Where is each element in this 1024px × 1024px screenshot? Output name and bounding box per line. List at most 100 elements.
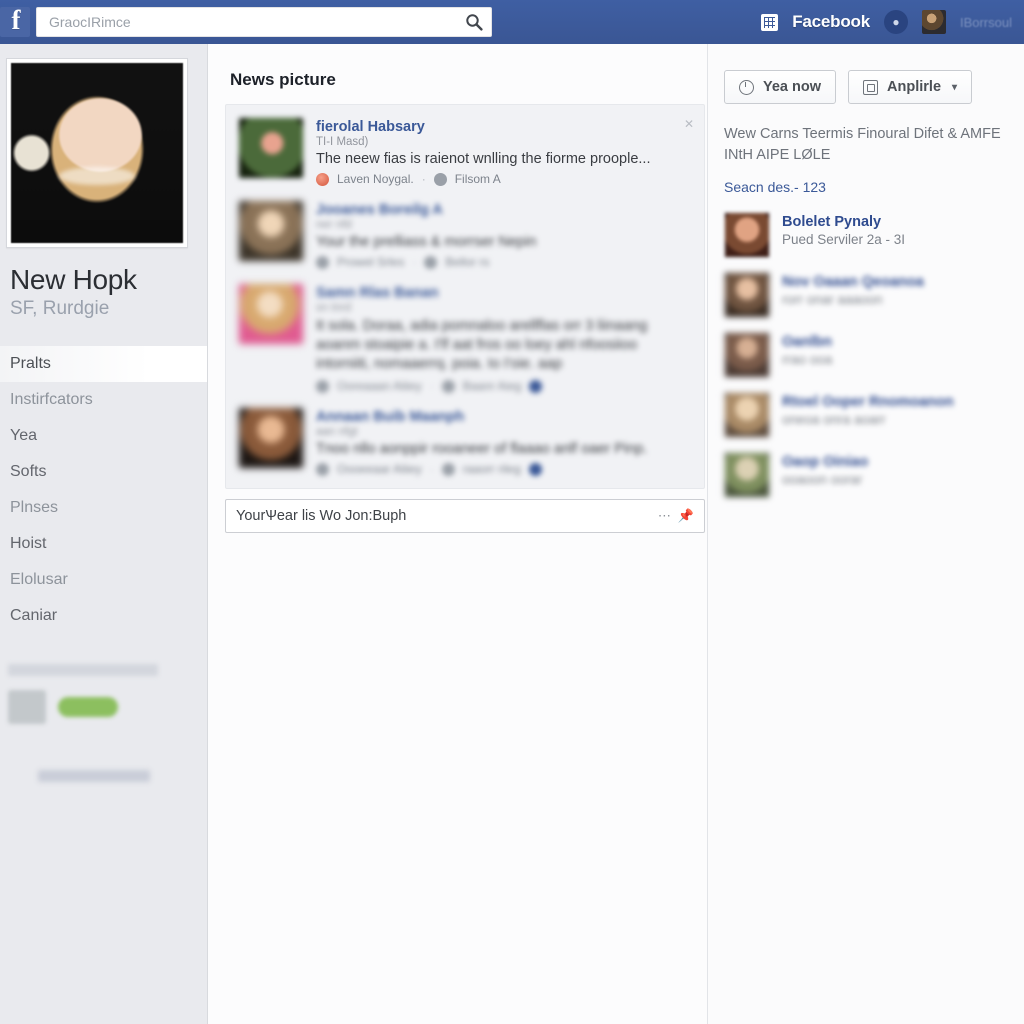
- yea-now-button[interactable]: Yea now: [724, 70, 837, 104]
- avatar[interactable]: [921, 10, 946, 34]
- post-action-left[interactable]: Oooeeaar Aliiey: [337, 462, 422, 476]
- sidebar-item-yea[interactable]: Yea: [0, 418, 207, 454]
- list-item[interactable]: Samn Rlas Banan sn tnrd It sola. Doraa, …: [226, 277, 704, 401]
- post-action-left[interactable]: Prowel Srles: [337, 255, 404, 269]
- photo-icon: [863, 79, 879, 95]
- post-action-right[interactable]: Baanr Aieg: [463, 379, 522, 393]
- close-icon[interactable]: ✕: [684, 117, 694, 131]
- share-icon[interactable]: [529, 379, 543, 393]
- action-separator: ·: [421, 172, 426, 186]
- post-text: The neew fias is raienot wnlling the fio…: [316, 151, 651, 167]
- list-item[interactable]: Oanlbn rrao ooa: [708, 325, 1024, 385]
- list-item[interactable]: Jooanes Boreilg A ner nfd Your the prell…: [226, 194, 704, 277]
- post-action-left[interactable]: Ooreaaan Aliiey: [337, 379, 422, 393]
- post-action-left[interactable]: Laven Noygal.: [337, 172, 414, 186]
- comment-icon[interactable]: [424, 255, 438, 269]
- reaction-icon[interactable]: [316, 172, 329, 186]
- avatar: [724, 212, 770, 259]
- comment-icon[interactable]: [441, 462, 455, 476]
- sidebar-item-pralts[interactable]: Pralts: [0, 346, 207, 382]
- list-item[interactable]: Annaan Buib Maanph aan nfgt Tnoo nllo ao…: [226, 401, 704, 484]
- action-separator: ·: [429, 462, 434, 477]
- comment-icon[interactable]: [441, 379, 455, 393]
- list-item[interactable]: Bolelet Pynaly Pued Serviler 2a - 3I: [708, 205, 1024, 265]
- comment-icon[interactable]: [433, 172, 447, 186]
- reaction-icon[interactable]: [316, 379, 329, 393]
- global-search[interactable]: [36, 7, 492, 37]
- post-text: Your the prelliass & morrser Nepin: [316, 234, 537, 250]
- post-author[interactable]: Samn Rlas Banan: [316, 285, 692, 301]
- sidebar-item-hoist[interactable]: Hoist: [0, 526, 207, 562]
- promo-body: [8, 690, 186, 724]
- promo-cta-button[interactable]: [58, 697, 118, 717]
- action-separator: ·: [412, 255, 417, 269]
- composer-icons: ⋯ 📌: [658, 508, 694, 524]
- post-composer[interactable]: ⋯ 📌: [225, 499, 705, 534]
- post-timestamp: ner nfd: [316, 219, 352, 231]
- right-panel-subline[interactable]: Seacn des.- 123: [724, 179, 1024, 195]
- chevron-down-icon[interactable]: ▾: [952, 82, 957, 93]
- list-item-name[interactable]: Bolelet Pynaly: [782, 214, 905, 230]
- sidebar-item-elolusar[interactable]: Elolusar: [0, 562, 207, 598]
- facebook-logo-icon[interactable]: f: [0, 7, 30, 37]
- sidebar-item-label: Elolusar: [10, 571, 68, 588]
- list-item-text: Nov Oaaan Qeoanoa rorr onar aaaoon: [782, 272, 924, 307]
- sidebar-item-instirfcators[interactable]: Instirfcators: [0, 382, 207, 418]
- composer-input[interactable]: [236, 508, 658, 525]
- post-body: fierolal Habsary TI-I Masd) The neew fia…: [316, 117, 692, 186]
- post-author[interactable]: Jooanes Boreilg A: [316, 202, 692, 218]
- right-panel-actions: Yea now Anplirle ▾: [708, 44, 1024, 104]
- sidebar-item-label: Plnses: [10, 499, 59, 516]
- post-thumbnail[interactable]: [238, 200, 304, 262]
- more-icon[interactable]: ⋯: [658, 508, 671, 524]
- search-input[interactable]: [37, 9, 457, 35]
- list-item-subtitle: ooaoon oorar: [782, 472, 863, 488]
- post-thumbnail[interactable]: [238, 117, 304, 179]
- sidebar-promo-block[interactable]: [8, 664, 186, 782]
- account-name-label[interactable]: IBorrsoul: [960, 15, 1012, 30]
- button-label: Yea now: [763, 79, 822, 95]
- post-timestamp: aan nfgt: [316, 426, 358, 439]
- facebook-page: f Facebook ● IBorrsoul New Hopk SF, Rurd…: [0, 0, 1024, 1024]
- list-item[interactable]: Oaop Oiniao ooaoon oorar: [708, 445, 1024, 505]
- sidebar-item-softs[interactable]: Softs: [0, 454, 207, 490]
- sidebar-item-caniar[interactable]: Caniar: [0, 598, 207, 634]
- grid-icon[interactable]: [761, 13, 779, 31]
- action-separator: ·: [429, 379, 434, 394]
- post-body: Annaan Buib Maanph aan nfgt Tnoo nllo ao…: [316, 407, 692, 476]
- post-action-right[interactable]: Filsom A: [455, 172, 501, 186]
- search-icon[interactable]: [457, 8, 491, 36]
- sidebar-item-label: Softs: [10, 463, 47, 480]
- profile-photo: [11, 63, 183, 243]
- messenger-icon[interactable]: ●: [883, 10, 908, 34]
- right-sidebar: Yea now Anplirle ▾ Wew Carns Teermis Fin…: [707, 44, 1024, 1024]
- pin-icon[interactable]: 📌: [678, 508, 694, 524]
- reaction-icon[interactable]: [316, 255, 329, 269]
- promo-footer-links[interactable]: [38, 770, 150, 782]
- sidebar-item-plnses[interactable]: Plnses: [0, 490, 207, 526]
- list-item-name[interactable]: Oanlbn: [782, 334, 832, 350]
- list-item-name[interactable]: Oaop Oiniao: [782, 454, 868, 470]
- post-actions: Prowel Srles · Bellor rs: [316, 255, 692, 269]
- post-action-right[interactable]: Bellor rs: [445, 255, 489, 269]
- profile-photo-frame[interactable]: [6, 58, 188, 248]
- sidebar-item-label: Caniar: [10, 607, 58, 624]
- post-thumbnail[interactable]: [238, 283, 304, 345]
- anplirle-dropdown-button[interactable]: Anplirle ▾: [848, 70, 973, 104]
- right-panel-list: Bolelet Pynaly Pued Serviler 2a - 3I Nov…: [708, 205, 1024, 505]
- list-item-name[interactable]: Rtoel Ooper Rnomoanon: [782, 394, 954, 410]
- list-item[interactable]: Nov Oaaan Qeoanoa rorr onar aaaoon: [708, 265, 1024, 325]
- post-actions: Oooeeaar Aliiey · raaorr rileg: [316, 462, 692, 476]
- headline-line-1: Wew Carns Teermis Finoural Difet & AMFE: [724, 126, 1001, 142]
- post-author[interactable]: fierolal Habsary: [316, 119, 692, 135]
- post-thumbnail[interactable]: [238, 407, 304, 470]
- left-sidebar: New Hopk SF, Rurdgie Pralts Instirfcator…: [0, 44, 208, 1024]
- list-item-name[interactable]: Nov Oaaan Qeoanoa: [782, 274, 924, 290]
- post-action-right[interactable]: raaorr rileg: [463, 462, 521, 476]
- post-author[interactable]: Annaan Buib Maanph: [316, 409, 692, 425]
- share-icon[interactable]: [528, 462, 542, 476]
- list-item[interactable]: Rtoel Ooper Rnomoanon oneoa onra aoarr: [708, 385, 1024, 445]
- list-item[interactable]: fierolal Habsary TI-I Masd) The neew fia…: [226, 111, 704, 194]
- post-text: It sola. Doraa, adia pomnaloo arellflas …: [316, 318, 648, 373]
- reaction-icon[interactable]: [316, 462, 329, 476]
